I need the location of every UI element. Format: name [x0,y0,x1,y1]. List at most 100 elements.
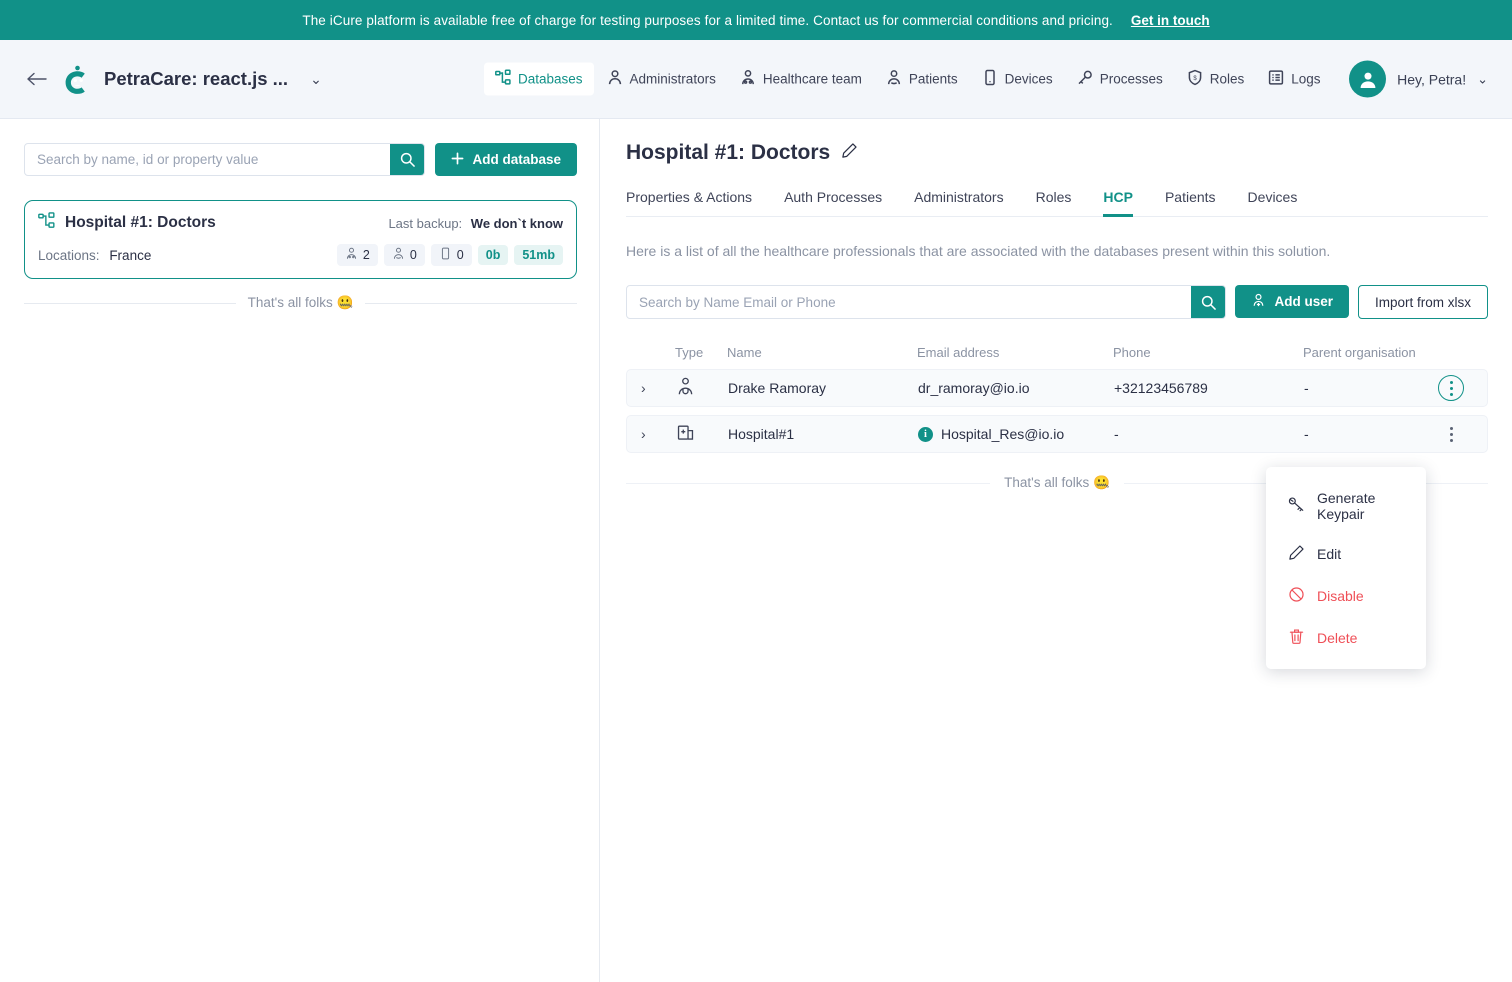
search-icon[interactable] [390,144,425,175]
logs-icon [1268,70,1284,89]
badge-value: 0 [456,248,464,262]
patients-icon [392,247,405,263]
tab-label: Administrators [914,189,1004,205]
nav-label: Logs [1291,71,1321,87]
workspace: Add database Hospital #1: Doctors Last b… [0,119,1512,982]
pencil-icon [1288,544,1305,564]
col-name: Name [727,345,762,360]
nav-item-databases[interactable]: Databases [484,62,594,96]
row-expander[interactable]: › [641,380,676,396]
brand[interactable]: PetraCare: react.js ... ⌄ [62,64,322,95]
nav-item-patients[interactable]: Patients [875,63,969,96]
menu-item-label: Generate Keypair [1317,490,1376,522]
nav-item-devices[interactable]: Devices [971,63,1064,96]
last-backup-value: We don`t know [470,215,563,231]
pencil-icon[interactable] [841,142,858,164]
badge-value: 0b [485,248,501,262]
database-search-input[interactable] [25,144,391,175]
user-greeting: Hey, Petra! [1397,71,1467,87]
nav-label: Administrators [629,71,716,87]
tab-properties-actions[interactable]: Properties & Actions [626,189,768,216]
menu-item-edit[interactable]: Edit [1266,533,1426,575]
col-type: Type [675,345,704,360]
svg-text:$: $ [1193,76,1197,82]
section-description: Here is a list of all the healthcare pro… [626,243,1331,259]
row-name: Hospital#1 [728,426,795,442]
tab-patients[interactable]: Patients [1149,189,1232,216]
nav-item-logs[interactable]: Logs [1257,63,1331,96]
kebab-dot [1449,392,1453,396]
menu-item-label: Disable [1317,588,1364,604]
roles-icon: $ [1187,69,1203,89]
trash-icon [1288,628,1305,648]
database-card[interactable]: Hospital #1: Doctors Last backup: We don… [24,200,577,279]
add-user-button[interactable]: Add user [1235,285,1349,318]
nav-item-processes[interactable]: Processes [1066,63,1174,96]
administrators-icon [607,70,623,89]
row-parent: - [1304,426,1309,442]
locations: Locations: France [38,248,151,263]
badge-storage-total: 51mb [514,245,563,265]
get-in-touch-link[interactable]: Get in touch [1131,13,1210,28]
badge-value: 0 [409,248,417,262]
add-database-button[interactable]: Add database [435,143,577,176]
tab-administrators[interactable]: Administrators [898,189,1019,216]
hcp-search-input[interactable] [627,286,1192,318]
col-parent: Parent organisation [1303,345,1416,360]
database-card-bottom: Locations: France 2 0 0 0b 51mb [38,244,563,266]
nav-item-administrators[interactable]: Administrators [596,63,727,96]
sidebar-end-of-list: That's all folks 🤐 [24,295,577,311]
tab-devices[interactable]: Devices [1232,189,1314,216]
table-end-of-list-label: That's all folks 🤐 [1004,475,1110,490]
info-icon: i [918,426,933,442]
chevron-down-icon[interactable]: ⌄ [310,71,322,88]
menu-item-disable[interactable]: Disable [1266,575,1426,617]
row-expander[interactable]: › [641,426,676,442]
devices-icon [982,69,998,89]
sidebar-search-row: Add database [24,143,577,176]
last-backup: Last backup: We don`t know [388,216,563,231]
table-row[interactable]: › Drake Ramoray dr_ramoray@io.io +321234… [626,369,1488,407]
menu-item-label: Delete [1317,630,1358,646]
menu-item-delete[interactable]: Delete [1266,617,1426,659]
sidebar-end-of-list-label: That's all folks 🤐 [247,295,354,310]
nav-label: Devices [1004,71,1053,87]
badge-device-count: 0 [430,244,472,266]
tab-hcp[interactable]: HCP [1087,189,1149,217]
locations-label: Locations: [38,247,100,263]
database-stat-badges: 2 0 0 0b 51mb [336,244,563,266]
user-menu[interactable]: Hey, Petra! ⌄ [1349,60,1488,98]
row-actions-button[interactable] [1438,375,1464,401]
tab-roles[interactable]: Roles [1020,189,1088,216]
badge-hcp-count: 2 [336,244,378,266]
nav-item-healthcare-team[interactable]: Healthcare team [729,63,873,96]
badge-value: 51mb [522,248,555,262]
doctor-icon [676,377,728,399]
search-icon[interactable] [1191,286,1226,318]
back-arrow-icon[interactable] [24,66,50,92]
row-context-menu: Generate Keypair Edit Disable Delete [1266,467,1426,669]
row-actions-button[interactable] [1438,421,1464,447]
menu-item-generate-keypair[interactable]: Generate Keypair [1266,479,1426,533]
kebab-dot [1449,426,1453,430]
hcp-search-box [626,285,1227,319]
row-email: i Hospital_Res@io.io [918,426,1114,442]
page-title-row: Hospital #1: Doctors [626,141,1488,165]
nav-item-roles[interactable]: $ Roles [1176,63,1256,96]
add-database-label: Add database [472,152,561,167]
table-row[interactable]: › Hospital#1 i Hospital_Res@io.io - - [626,415,1488,453]
kebab-dot [1449,432,1453,436]
nav-label: Processes [1099,71,1163,87]
row-name: Drake Ramoray [728,380,827,396]
tab-auth-processes[interactable]: Auth Processes [768,189,898,216]
badge-storage-used: 0b [477,245,509,265]
add-user-icon [1251,293,1266,311]
row-phone: +32123456789 [1114,380,1208,396]
menu-item-label: Edit [1317,546,1342,562]
import-xlsx-button[interactable]: Import from xlsx [1357,285,1488,319]
page-title: Hospital #1: Doctors [626,141,831,164]
keypair-icon [1288,496,1305,516]
kebab-dot [1449,380,1453,384]
databases-sidebar: Add database Hospital #1: Doctors Last b… [0,119,600,982]
chevron-down-icon[interactable]: ⌄ [1477,71,1488,87]
